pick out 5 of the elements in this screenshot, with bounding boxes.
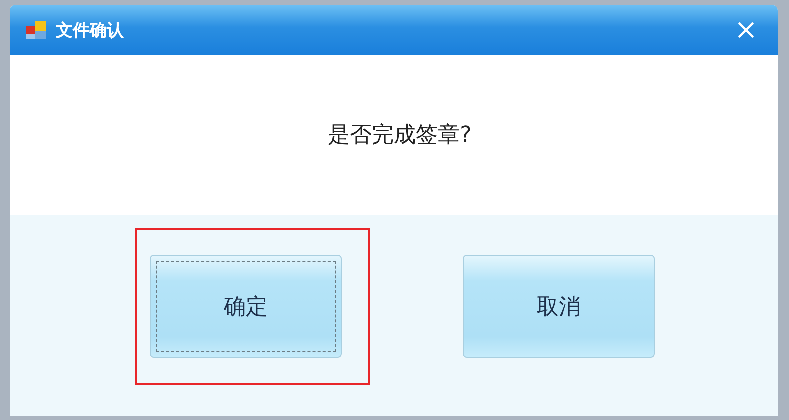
window-title: 文件确认 — [56, 20, 124, 42]
dialog-button[interactable]: 取消 — [463, 255, 655, 358]
dialog-button[interactable]: 确定 — [150, 255, 342, 358]
confirm-message: 是否完成签章? — [328, 122, 472, 150]
app-icon — [26, 20, 48, 40]
